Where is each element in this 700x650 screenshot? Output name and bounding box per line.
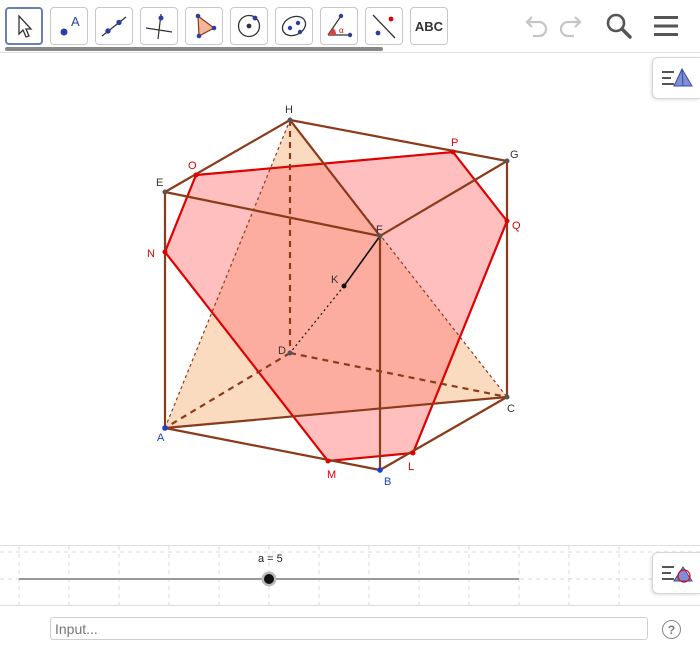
point-P (450, 149, 456, 155)
label-A: A (157, 432, 165, 444)
input-field[interactable] (50, 617, 648, 640)
point-B (377, 467, 383, 473)
toolbar-scroll-indicator (5, 47, 383, 51)
help-icon[interactable]: ? (662, 620, 681, 639)
reflect-about-line-icon (372, 14, 396, 39)
circle-tool-button[interactable] (230, 7, 268, 45)
label-H: H (285, 104, 293, 116)
undo-button[interactable] (518, 10, 552, 42)
style-bar-2d-icon (661, 566, 693, 583)
point-L (410, 450, 416, 456)
perpendicular-tool-button[interactable] (140, 7, 178, 45)
hamburger-menu-icon (654, 16, 678, 36)
slider-grid (0, 546, 700, 606)
geogebra-app: A α ABC H P G O E F Q N K D C A L M B a … (0, 0, 700, 650)
polygon-icon (195, 13, 217, 39)
label-F: F (376, 224, 383, 236)
slider-knob (264, 574, 274, 584)
redo-icon (559, 16, 582, 38)
label-P: P (451, 137, 458, 149)
ellipse-icon (281, 15, 307, 37)
text-icon: ABC (414, 18, 444, 34)
label-L: L (408, 461, 414, 473)
undo-icon (525, 16, 548, 38)
style-bar-3d-icon (661, 67, 693, 87)
arrow-cursor-icon (18, 14, 33, 38)
main-menu-button[interactable] (649, 10, 683, 42)
graphics-view[interactable]: H P G O E F Q N K D C A L M B (0, 53, 700, 545)
perpendicular-line-icon (145, 13, 173, 40)
search-button[interactable] (602, 10, 636, 42)
line-tool-button[interactable] (95, 7, 133, 45)
point-A (162, 425, 168, 431)
point-N (162, 249, 168, 255)
label-O: O (188, 160, 197, 172)
label-D: D (278, 345, 286, 357)
label-E: E (156, 177, 163, 189)
line-through-points-icon (101, 16, 127, 37)
toolbar: A α ABC (0, 0, 700, 53)
label-G: G (510, 149, 519, 161)
search-icon (606, 13, 632, 39)
point-icon: A (60, 14, 80, 36)
text-tool-button[interactable]: ABC (410, 7, 448, 45)
label-C: C (507, 403, 515, 415)
point-tool-letter: A (71, 14, 80, 29)
reflect-tool-button[interactable] (365, 7, 403, 45)
polygon-tool-button[interactable] (185, 7, 223, 45)
point-C (504, 394, 510, 400)
label-Q: Q (512, 220, 521, 232)
point-G (504, 158, 510, 164)
redo-button[interactable] (555, 10, 589, 42)
label-N: N (147, 248, 155, 260)
angle-icon: α (327, 13, 353, 38)
graphics-view-2[interactable]: a = 5 (0, 545, 700, 606)
point-tool-button[interactable]: A (50, 7, 88, 45)
angle-alpha-label: α (339, 25, 344, 35)
label-K: K (331, 274, 339, 286)
point-O (193, 172, 199, 178)
point-M (325, 458, 331, 464)
point-E (162, 189, 168, 195)
slider-value-label: a = 5 (258, 553, 283, 565)
circle-center-point-icon (237, 14, 261, 38)
style-bar-toggle-2d[interactable] (652, 552, 700, 594)
label-M: M (327, 469, 336, 481)
label-B: B (384, 476, 391, 488)
style-bar-toggle-3d[interactable] (652, 57, 700, 99)
conic-tool-button[interactable] (275, 7, 313, 45)
point-K (341, 283, 347, 289)
point-Q (504, 218, 510, 224)
move-tool-button[interactable] (5, 7, 43, 45)
geometry-canvas[interactable]: H P G O E F Q N K D C A L M B (0, 53, 700, 545)
angle-tool-button[interactable]: α (320, 7, 358, 45)
algebra-input-bar: ? (0, 605, 700, 650)
point-D (287, 350, 293, 356)
point-H (287, 117, 293, 123)
